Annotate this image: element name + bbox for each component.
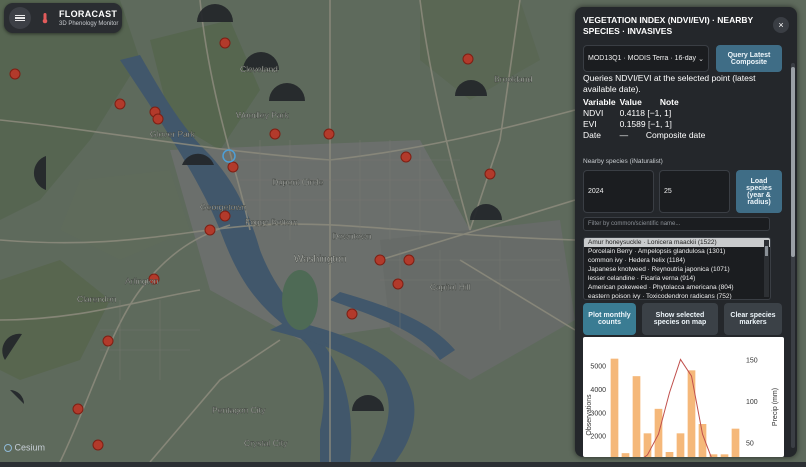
chart-svg: 200030004000500050100150Observations Prec… bbox=[586, 357, 779, 457]
chevron-down-icon: ⌄ bbox=[698, 56, 704, 63]
species-filter-input[interactable]: Filter by common/scientific name... bbox=[583, 217, 770, 231]
map-label-crystal: Crystal City bbox=[244, 438, 288, 448]
table-row: EVI 0.1589 [−1, 1] bbox=[583, 118, 709, 129]
table-cell: Date bbox=[583, 129, 601, 140]
app-title: FLORACAST bbox=[59, 8, 118, 19]
product-select[interactable]: MOD13Q1 · MODIS Terra · 16-day ⌄ bbox=[583, 45, 709, 72]
vegetation-panel: VEGETATION INDEX (NDVI/EVI) · NEARBY SPE… bbox=[575, 7, 797, 457]
table-cell: 0.1589 [−1, 1] bbox=[619, 118, 672, 129]
chart-bar bbox=[676, 433, 685, 457]
monthly-chart: 2000 3000 4000 5000 50 100 150 Observations Prec… bbox=[583, 337, 784, 457]
table-header: Variable bbox=[583, 96, 616, 107]
product-select-value: MOD13Q1 · MODIS Terra · 16-day bbox=[588, 55, 696, 62]
map-attribution[interactable]: Cesium bbox=[4, 442, 45, 453]
map-label-glover: Glover Park bbox=[150, 129, 196, 139]
table-cell: Composite date bbox=[645, 129, 706, 140]
table-cell: NDVI bbox=[583, 107, 604, 118]
map-label-cleveland: Cleveland bbox=[240, 64, 278, 74]
query-composite-button[interactable]: Query Latest Composite bbox=[716, 45, 782, 72]
map-label-arlington: Arlington bbox=[125, 276, 159, 286]
hamburger-icon bbox=[15, 14, 25, 23]
map-label-pentagon: Pentagon City bbox=[212, 405, 266, 415]
list-item[interactable]: lesser celandine · Ficaria verna (914) bbox=[584, 274, 770, 283]
map-label-clarendon: Clarendon bbox=[77, 294, 116, 304]
chart-bar bbox=[621, 453, 630, 457]
close-button[interactable]: × bbox=[773, 17, 789, 33]
nearby-species-label: Nearby species (iNaturalist) bbox=[583, 158, 663, 165]
list-item[interactable]: Amur honeysuckle · Lonicera maackii (152… bbox=[584, 238, 770, 247]
chart-bar bbox=[610, 358, 619, 457]
list-item[interactable]: American pokeweed · Phytolacca americana… bbox=[584, 283, 770, 292]
table-header: Note bbox=[659, 96, 679, 107]
chart-y2-label: Precip (mm) bbox=[772, 388, 779, 426]
map-label-foggy: Foggy Bottom bbox=[245, 217, 298, 227]
chart-y-tick: 4000 bbox=[590, 387, 606, 394]
app-subtitle: 3D Phenology Monitor bbox=[59, 20, 119, 27]
map-label-brookland: Brookland bbox=[494, 74, 533, 84]
table-header: Value bbox=[619, 96, 642, 107]
map-label-washington: Washington bbox=[294, 254, 346, 265]
list-item[interactable]: common ivy · Hedera helix (1184) bbox=[584, 256, 770, 265]
panel-title: VEGETATION INDEX (NDVI/EVI) · NEARBY SPE… bbox=[583, 15, 754, 36]
close-icon: × bbox=[778, 20, 784, 30]
chart-bar bbox=[665, 452, 674, 457]
map-label-downtown: Downtown bbox=[332, 231, 372, 241]
table-row: Date — Composite date bbox=[583, 129, 709, 140]
index-table: Variable Value Note NDVI 0.4118 [−1, 1] … bbox=[583, 96, 709, 140]
map-label-dupont: Dupont Circle bbox=[272, 177, 324, 187]
table-row: NDVI 0.4118 [−1, 1] bbox=[583, 107, 709, 118]
year-input[interactable]: 2024 bbox=[583, 170, 654, 213]
table-cell: 0.4118 [−1, 1] bbox=[619, 107, 672, 118]
load-species-button[interactable]: Load species (year & radius) bbox=[736, 170, 782, 213]
table-cell: EVI bbox=[583, 118, 597, 129]
thermometer-icon bbox=[42, 13, 48, 24]
chart-bar bbox=[643, 433, 652, 457]
chart-y-label: Observations bbox=[586, 394, 593, 436]
list-item[interactable]: Japanese knotweed · Reynoutria japonica … bbox=[584, 265, 770, 274]
chart-bar bbox=[687, 370, 696, 457]
map-label-woodley: Woodley Park bbox=[236, 110, 290, 120]
query-description: Queries NDVI/EVI at the selected point (… bbox=[583, 73, 756, 94]
menu-button[interactable] bbox=[9, 7, 31, 29]
map-label-capitol: Capitol Hill bbox=[430, 282, 471, 292]
app-header: FLORACAST 3D Phenology Monitor bbox=[4, 3, 122, 33]
list-item[interactable]: Porcelain Berry · Ampelopsis glandulosa … bbox=[584, 247, 770, 256]
chart-bar bbox=[731, 428, 740, 457]
show-species-button[interactable]: Show selected species on map bbox=[642, 303, 718, 335]
chart-bar bbox=[720, 454, 729, 457]
map-label-georgetown: Georgetown bbox=[200, 202, 247, 212]
list-scrollbar[interactable] bbox=[764, 240, 769, 297]
plot-monthly-button[interactable]: Plot monthly counts bbox=[583, 303, 636, 335]
chart-y-tick: 5000 bbox=[590, 364, 606, 371]
chart-y2-tick: 150 bbox=[746, 357, 758, 364]
chart-bar bbox=[632, 376, 641, 457]
species-list[interactable]: Amur honeysuckle · Lonicera maackii (152… bbox=[583, 237, 771, 300]
chart-y2-tick: 100 bbox=[746, 399, 758, 406]
attribution-text: Cesium bbox=[14, 442, 46, 453]
list-item[interactable]: eastern poison ivy · Toxicodendron radic… bbox=[584, 292, 770, 299]
clear-markers-button[interactable]: Clear species markers bbox=[724, 303, 782, 335]
chart-y2-tick: 50 bbox=[746, 440, 754, 447]
table-cell: — bbox=[619, 129, 629, 140]
cesium-logo-icon bbox=[4, 443, 12, 452]
radius-input[interactable]: 25 bbox=[659, 170, 730, 213]
panel-scrollbar[interactable] bbox=[791, 63, 795, 448]
